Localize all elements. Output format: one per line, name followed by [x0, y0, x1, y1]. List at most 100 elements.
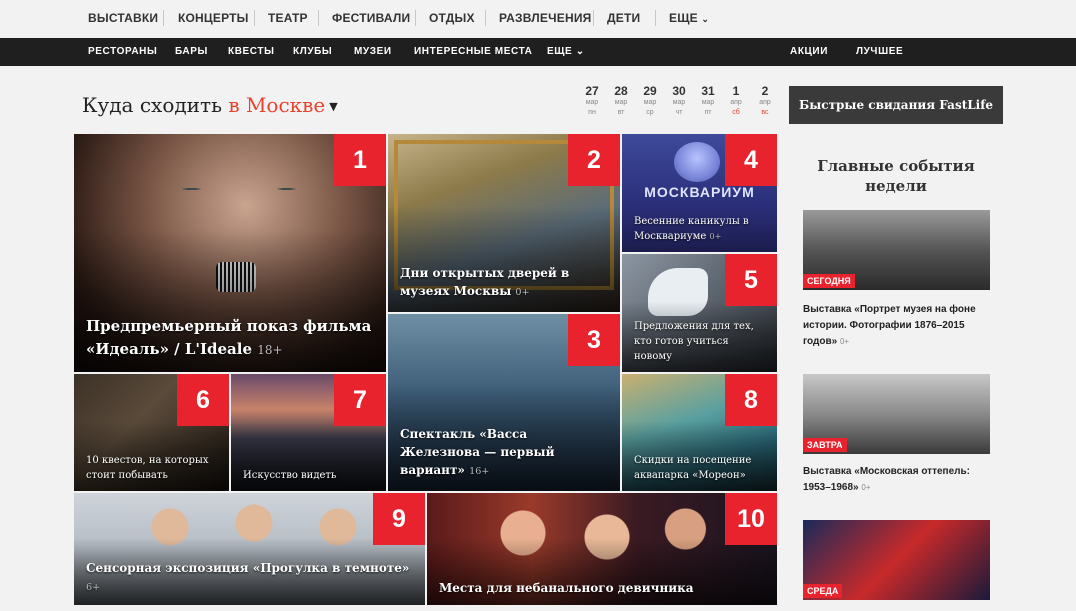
tile-title: Искусство видеть	[243, 470, 337, 481]
date-weekday: пт	[704, 109, 712, 116]
date-day: 28	[614, 84, 628, 98]
tile-title: Скидки на посещение аквапарка «Мореон»	[634, 455, 752, 481]
city-selector[interactable]: в Москве	[228, 93, 325, 117]
tile-title: Дни открытых дверей в музеях Москвы	[400, 266, 570, 298]
age-rating: 0+	[709, 232, 722, 241]
event-tile-7[interactable]: 7 Искусство видеть	[231, 374, 386, 491]
date-month: апр	[730, 99, 742, 106]
age-rating: 18+	[257, 343, 283, 357]
subnav-promotions[interactable]: АКЦИИ	[790, 46, 828, 57]
date-weekday: сб	[732, 109, 740, 116]
event-tile-2[interactable]: 2 Дни открытых дверей в музеях Москвы 0+	[388, 134, 620, 312]
sidebar-event-text: Выставка «Московская оттепель: 1953–1968…	[803, 464, 990, 496]
tile-number-badge: 8	[725, 374, 777, 426]
subnav-more[interactable]: ЕЩЕ ⌄	[547, 46, 585, 57]
date-weekday: ср	[646, 109, 654, 116]
date-day: 29	[643, 84, 657, 98]
date-weekday: вс	[761, 109, 769, 116]
date-day: 30	[672, 84, 686, 98]
subnav-interesting-places[interactable]: ИНТЕРЕСНЫЕ МЕСТА	[414, 46, 532, 57]
date-tag: СЕГОДНЯ	[803, 274, 855, 288]
date-month: мар	[614, 99, 628, 106]
tile-number-badge: 3	[568, 314, 620, 366]
age-rating: 0+	[839, 337, 850, 346]
face-eyes-decoration	[144, 174, 334, 204]
page-title-prefix: Куда сходить	[82, 93, 222, 117]
date-item[interactable]: 31 мар пт	[695, 84, 721, 117]
nav-more[interactable]: ЕЩЕ ⌄	[669, 11, 709, 25]
event-tile-3[interactable]: 3 Спектакль «Васса Железнова — первый ва…	[388, 314, 620, 491]
date-weekday: пн	[588, 109, 596, 116]
event-tile-9[interactable]: 9 Сенсорная экспозиция «Прогулка в темно…	[74, 493, 425, 605]
tile-title: Предложения для тех, кто готов учиться н…	[634, 321, 754, 362]
tile-caption: Дни открытых дверей в музеях Москвы 0+	[400, 264, 610, 302]
subnav-museums[interactable]: МУЗЕИ	[354, 46, 392, 57]
nav-concerts[interactable]: КОНЦЕРТЫ	[178, 11, 249, 25]
tile-caption: Весенние каникулы в Москвариуме 0+	[634, 214, 767, 244]
event-tile-5[interactable]: 5 Предложения для тех, кто готов учиться…	[622, 254, 777, 372]
date-item[interactable]: 1 апр сб	[723, 84, 749, 117]
date-month: мар	[643, 99, 657, 106]
sidebar-event-title: Выставка «Московская оттепель: 1953–1968…	[803, 466, 970, 493]
nav-leisure[interactable]: ОТДЫХ	[429, 11, 475, 25]
moskvarium-logo	[674, 142, 720, 182]
tile-title: 10 квестов, на которых стоит побывать	[86, 455, 209, 481]
nav-separator	[415, 10, 416, 26]
date-item[interactable]: 28 мар вт	[608, 84, 634, 117]
event-tile-8[interactable]: 8 Скидки на посещение аквапарка «Мореон»	[622, 374, 777, 491]
tile-number-badge: 10	[725, 493, 777, 545]
event-tile-4[interactable]: МОСКВАРИУМ 4 Весенние каникулы в Москвар…	[622, 134, 777, 252]
nav-separator	[593, 10, 594, 26]
nav-separator	[655, 10, 656, 26]
date-day: 1	[732, 84, 740, 98]
sidebar-event-image: СРЕДА	[803, 520, 990, 600]
date-item[interactable]: 29 мар ср	[637, 84, 663, 117]
date-month: мар	[672, 99, 686, 106]
subnav-restaurants[interactable]: РЕСТОРАНЫ	[88, 46, 157, 57]
nav-separator	[163, 10, 164, 26]
subnav-quests[interactable]: КВЕСТЫ	[228, 46, 274, 57]
secondary-navigation: РЕСТОРАНЫ БАРЫ КВЕСТЫ КЛУБЫ МУЗЕИ ИНТЕРЕ…	[0, 38, 1076, 66]
subnav-best[interactable]: ЛУЧШЕЕ	[856, 46, 903, 57]
promo-banner[interactable]: Быстрые свидания FastLife	[789, 86, 1003, 124]
event-tile-10[interactable]: 10 Места для небанального девичника	[427, 493, 777, 605]
nav-entertainment[interactable]: РАЗВЛЕЧЕНИЯ	[499, 11, 591, 25]
tile-number-badge: 5	[725, 254, 777, 306]
nav-more-label: ЕЩЕ	[669, 11, 698, 25]
event-tile-6[interactable]: 6 10 квестов, на которых стоит побывать	[74, 374, 229, 491]
tile-title: Сенсорная экспозиция «Прогулка в темноте…	[86, 561, 410, 575]
tile-caption: Предпремьерный показ фильма «Идеаль» / L…	[86, 315, 376, 362]
tile-number-badge: 6	[177, 374, 229, 426]
date-item[interactable]: 27 мар пн	[579, 84, 605, 117]
date-item[interactable]: 30 мар чт	[666, 84, 692, 117]
nav-kids[interactable]: ДЕТИ	[607, 11, 640, 25]
moskvarium-logo-text: МОСКВАРИУМ	[644, 184, 755, 200]
date-month: апр	[759, 99, 771, 106]
sidebar-event-image: ЗАВТРА	[803, 374, 990, 454]
chevron-down-icon: ⌄	[575, 46, 585, 57]
tile-caption: Сенсорная экспозиция «Прогулка в темноте…	[86, 559, 415, 597]
nav-exhibitions[interactable]: ВЫСТАВКИ	[88, 11, 158, 25]
tile-number-badge: 7	[334, 374, 386, 426]
age-rating: 0+	[861, 483, 871, 492]
tile-number-badge: 1	[334, 134, 386, 186]
date-month: мар	[585, 99, 599, 106]
date-weekday: вт	[617, 109, 625, 116]
date-day: 27	[585, 84, 599, 98]
caret-down-icon[interactable]: ▼	[329, 100, 337, 113]
nav-festivals[interactable]: ФЕСТИВАЛИ	[332, 11, 410, 25]
nav-separator	[254, 10, 255, 26]
subnav-bars[interactable]: БАРЫ	[175, 46, 208, 57]
date-day: 31	[701, 84, 715, 98]
nav-theatre[interactable]: ТЕАТР	[268, 11, 308, 25]
date-month: мар	[701, 99, 715, 106]
tile-number-badge: 4	[725, 134, 777, 186]
subnav-clubs[interactable]: КЛУБЫ	[293, 46, 332, 57]
date-item[interactable]: 2 апр вс	[752, 84, 778, 117]
tile-number-badge: 9	[373, 493, 425, 545]
chevron-down-icon: ⌄	[701, 14, 710, 24]
page-title: Куда сходить в Москве ▼	[82, 93, 338, 117]
subnav-more-label: ЕЩЕ	[547, 46, 573, 57]
event-tile-1[interactable]: 1 Предпремьерный показ фильма «Идеаль» /…	[74, 134, 386, 372]
tile-number-badge: 2	[568, 134, 620, 186]
